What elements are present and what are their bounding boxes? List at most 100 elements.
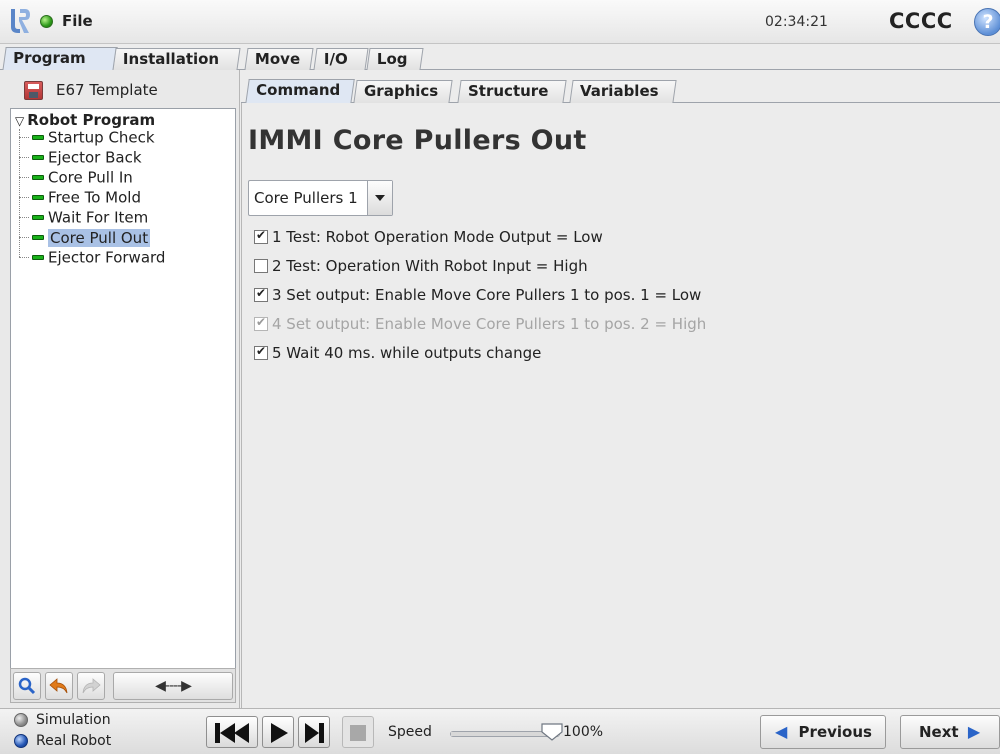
tab-variables[interactable]: Variables bbox=[569, 80, 677, 103]
tree-root[interactable]: ▽ Robot Program bbox=[15, 111, 155, 129]
tree-item-label: Wait For Item bbox=[48, 208, 149, 227]
tab-command[interactable]: Command bbox=[245, 79, 355, 104]
mode-simulation[interactable]: Simulation bbox=[14, 712, 111, 728]
redo-button[interactable] bbox=[77, 672, 105, 700]
condition-label: 4 Set output: Enable Move Core Pullers 1… bbox=[272, 315, 707, 333]
condition-3[interactable]: 3 Set output: Enable Move Core Pullers 1… bbox=[254, 286, 701, 308]
tree-item-startup-check[interactable]: Startup Check bbox=[19, 128, 155, 148]
tab-label: Variables bbox=[580, 82, 659, 100]
command-node-icon bbox=[32, 235, 44, 240]
speed-slider-handle-icon[interactable] bbox=[540, 723, 564, 741]
move-node-button[interactable]: ◀----▶ bbox=[113, 672, 233, 700]
command-node-icon bbox=[32, 215, 44, 220]
next-label: Next bbox=[919, 723, 959, 741]
condition-checkbox[interactable] bbox=[254, 344, 268, 360]
search-icon bbox=[18, 677, 36, 695]
condition-2[interactable]: 2 Test: Operation With Robot Input = Hig… bbox=[254, 257, 588, 279]
tree-item-core-pull-out[interactable]: Core Pull Out bbox=[19, 228, 151, 248]
condition-4: 4 Set output: Enable Move Core Pullers 1… bbox=[254, 315, 706, 337]
tab-label: Graphics bbox=[364, 82, 439, 100]
tab-label: Command bbox=[256, 81, 341, 99]
robot-status-icon bbox=[40, 15, 53, 28]
tree-connector bbox=[19, 177, 29, 178]
arrow-left-icon: ◀ bbox=[775, 722, 788, 741]
tree-item-free-to-mold[interactable]: Free To Mold bbox=[19, 188, 141, 208]
top-bar: File 02:34:21 CCCC ? bbox=[0, 0, 1000, 44]
main-tab-bar: Program Installation Move I/O Log bbox=[0, 44, 1000, 71]
tab-program[interactable]: Program bbox=[2, 47, 118, 71]
core-pullers-select[interactable]: Core Pullers 1 bbox=[248, 180, 393, 216]
move-arrows-icon: ◀----▶ bbox=[155, 678, 192, 694]
program-tree[interactable]: ▽ Robot Program Startup Check Ejector Bac… bbox=[10, 108, 236, 673]
tab-graphics[interactable]: Graphics bbox=[353, 80, 453, 103]
tab-log[interactable]: Log bbox=[366, 48, 424, 70]
command-node-icon bbox=[32, 155, 44, 160]
tree-connector bbox=[19, 217, 29, 218]
previous-label: Previous bbox=[798, 723, 872, 741]
tree-item-ejector-back[interactable]: Ejector Back bbox=[19, 148, 142, 168]
tree-item-wait-for-item[interactable]: Wait For Item bbox=[19, 208, 148, 228]
real-robot-radio-icon[interactable] bbox=[14, 734, 28, 748]
condition-checkbox[interactable] bbox=[254, 258, 268, 273]
file-menu[interactable]: File bbox=[62, 12, 93, 30]
command-node-icon bbox=[32, 195, 44, 200]
bottom-bar: Simulation Real Robot Speed 100% ◀ Previ… bbox=[0, 708, 1000, 754]
condition-5[interactable]: 5 Wait 40 ms. while outputs change bbox=[254, 344, 541, 366]
undo-button[interactable] bbox=[45, 672, 73, 700]
save-icon[interactable] bbox=[24, 81, 43, 100]
command-panel: Command Graphics Structure Variables IMM… bbox=[241, 70, 1000, 708]
speed-label: Speed bbox=[388, 724, 432, 740]
tree-item-label: Core Pull Out bbox=[48, 228, 151, 247]
tree-item-core-pull-in[interactable]: Core Pull In bbox=[19, 168, 133, 188]
step-forward-icon bbox=[305, 723, 324, 743]
clock: 02:34:21 bbox=[765, 14, 828, 30]
stop-icon bbox=[350, 725, 366, 741]
condition-checkbox[interactable] bbox=[254, 286, 268, 302]
next-button[interactable]: Next ▶ bbox=[900, 715, 1000, 749]
program-panel: E67 Template ▽ Robot Program Startup Chec… bbox=[0, 70, 240, 708]
mode-label: Simulation bbox=[36, 712, 111, 728]
condition-1[interactable]: 1 Test: Robot Operation Mode Output = Lo… bbox=[254, 228, 603, 250]
command-node-icon bbox=[32, 255, 44, 260]
tree-item-ejector-forward[interactable]: Ejector Forward bbox=[19, 248, 165, 268]
chevron-down-icon[interactable] bbox=[367, 181, 392, 215]
tab-label: Structure bbox=[468, 82, 549, 100]
expand-triangle-icon[interactable]: ▽ bbox=[15, 114, 24, 128]
condition-checkbox bbox=[254, 315, 268, 331]
command-node-icon bbox=[32, 175, 44, 180]
tree-item-label: Core Pull In bbox=[48, 168, 133, 187]
robot-name: CCCC bbox=[889, 9, 953, 33]
stop-button[interactable] bbox=[342, 716, 374, 748]
page-title: IMMI Core Pullers Out bbox=[248, 125, 587, 156]
condition-label: 3 Set output: Enable Move Core Pullers 1… bbox=[272, 286, 702, 304]
speed-value: 100% bbox=[563, 724, 604, 740]
sub-tab-bar: Command Graphics Structure Variables bbox=[241, 78, 1000, 104]
search-button[interactable] bbox=[13, 672, 41, 700]
tab-label: I/O bbox=[323, 50, 348, 68]
play-icon bbox=[271, 723, 288, 743]
play-button[interactable] bbox=[262, 716, 294, 748]
mode-real-robot[interactable]: Real Robot bbox=[14, 733, 111, 749]
tab-installation[interactable]: Installation bbox=[112, 48, 241, 70]
tree-root-label: Robot Program bbox=[27, 111, 156, 129]
previous-button[interactable]: ◀ Previous bbox=[760, 715, 886, 749]
program-header: E67 Template bbox=[0, 78, 240, 102]
select-value: Core Pullers 1 bbox=[254, 189, 358, 207]
simulation-radio-icon[interactable] bbox=[14, 713, 28, 727]
tab-label: Move bbox=[254, 50, 301, 68]
program-name: E67 Template bbox=[56, 81, 158, 99]
tab-move[interactable]: Move bbox=[244, 48, 314, 70]
condition-checkbox[interactable] bbox=[254, 228, 268, 244]
tree-connector bbox=[19, 257, 29, 258]
tree-connector bbox=[19, 157, 29, 158]
skip-back-icon bbox=[215, 723, 249, 743]
help-icon[interactable]: ? bbox=[974, 8, 1000, 36]
tab-structure[interactable]: Structure bbox=[457, 80, 567, 103]
tree-item-label: Ejector Forward bbox=[48, 248, 166, 267]
skip-to-start-button[interactable] bbox=[206, 716, 258, 748]
command-node-icon bbox=[32, 135, 44, 140]
step-forward-button[interactable] bbox=[298, 716, 330, 748]
tab-io[interactable]: I/O bbox=[313, 48, 369, 70]
tree-connector bbox=[19, 197, 29, 198]
tree-toolbar: ◀----▶ bbox=[10, 668, 236, 703]
